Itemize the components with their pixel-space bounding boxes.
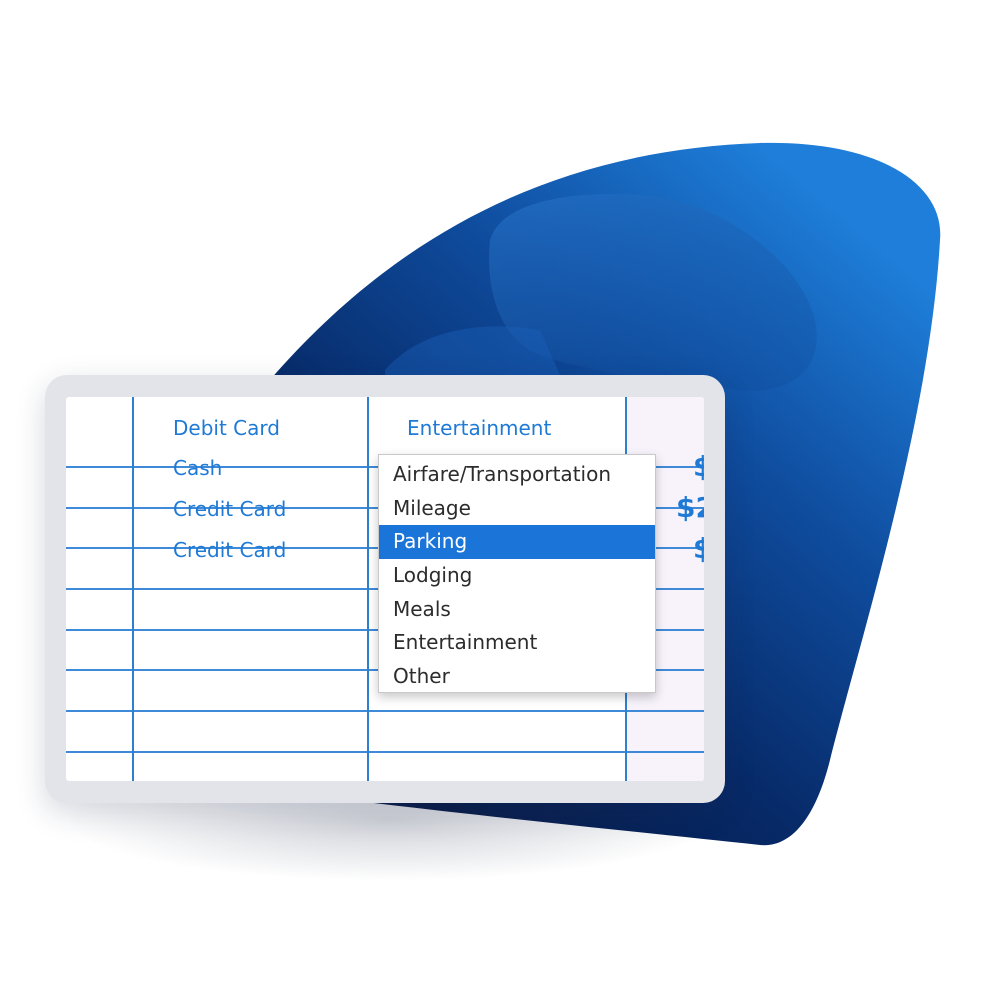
category-dropdown-menu[interactable]: Airfare/Transportation Mileage Parking L… <box>378 454 656 693</box>
payment-cell[interactable]: Credit Card <box>173 538 286 562</box>
dropdown-option-airfare[interactable]: Airfare/Transportation <box>379 458 655 492</box>
payment-cell[interactable]: Credit Card <box>173 497 286 521</box>
illustration: Debit Card Entertainment Cash $ Credit C… <box>0 0 1000 1000</box>
dropdown-option-meals[interactable]: Meals <box>379 593 655 627</box>
dropdown-option-lodging[interactable]: Lodging <box>379 559 655 593</box>
row-divider <box>66 751 704 753</box>
column-divider <box>132 397 134 781</box>
payment-cell[interactable]: Cash <box>173 456 222 480</box>
dropdown-option-other[interactable]: Other <box>379 660 655 694</box>
amount-cell[interactable]: $ <box>693 452 704 482</box>
amount-cell[interactable]: $2 <box>676 493 704 523</box>
payment-cell[interactable]: Debit Card <box>173 416 280 440</box>
category-cell[interactable]: Entertainment <box>407 416 551 440</box>
dropdown-option-entertainment[interactable]: Entertainment <box>379 626 655 660</box>
dropdown-option-parking[interactable]: Parking <box>379 525 655 560</box>
column-divider <box>367 397 369 781</box>
dropdown-option-mileage[interactable]: Mileage <box>379 492 655 526</box>
row-divider <box>66 710 704 712</box>
amount-cell[interactable]: $ <box>693 534 704 564</box>
